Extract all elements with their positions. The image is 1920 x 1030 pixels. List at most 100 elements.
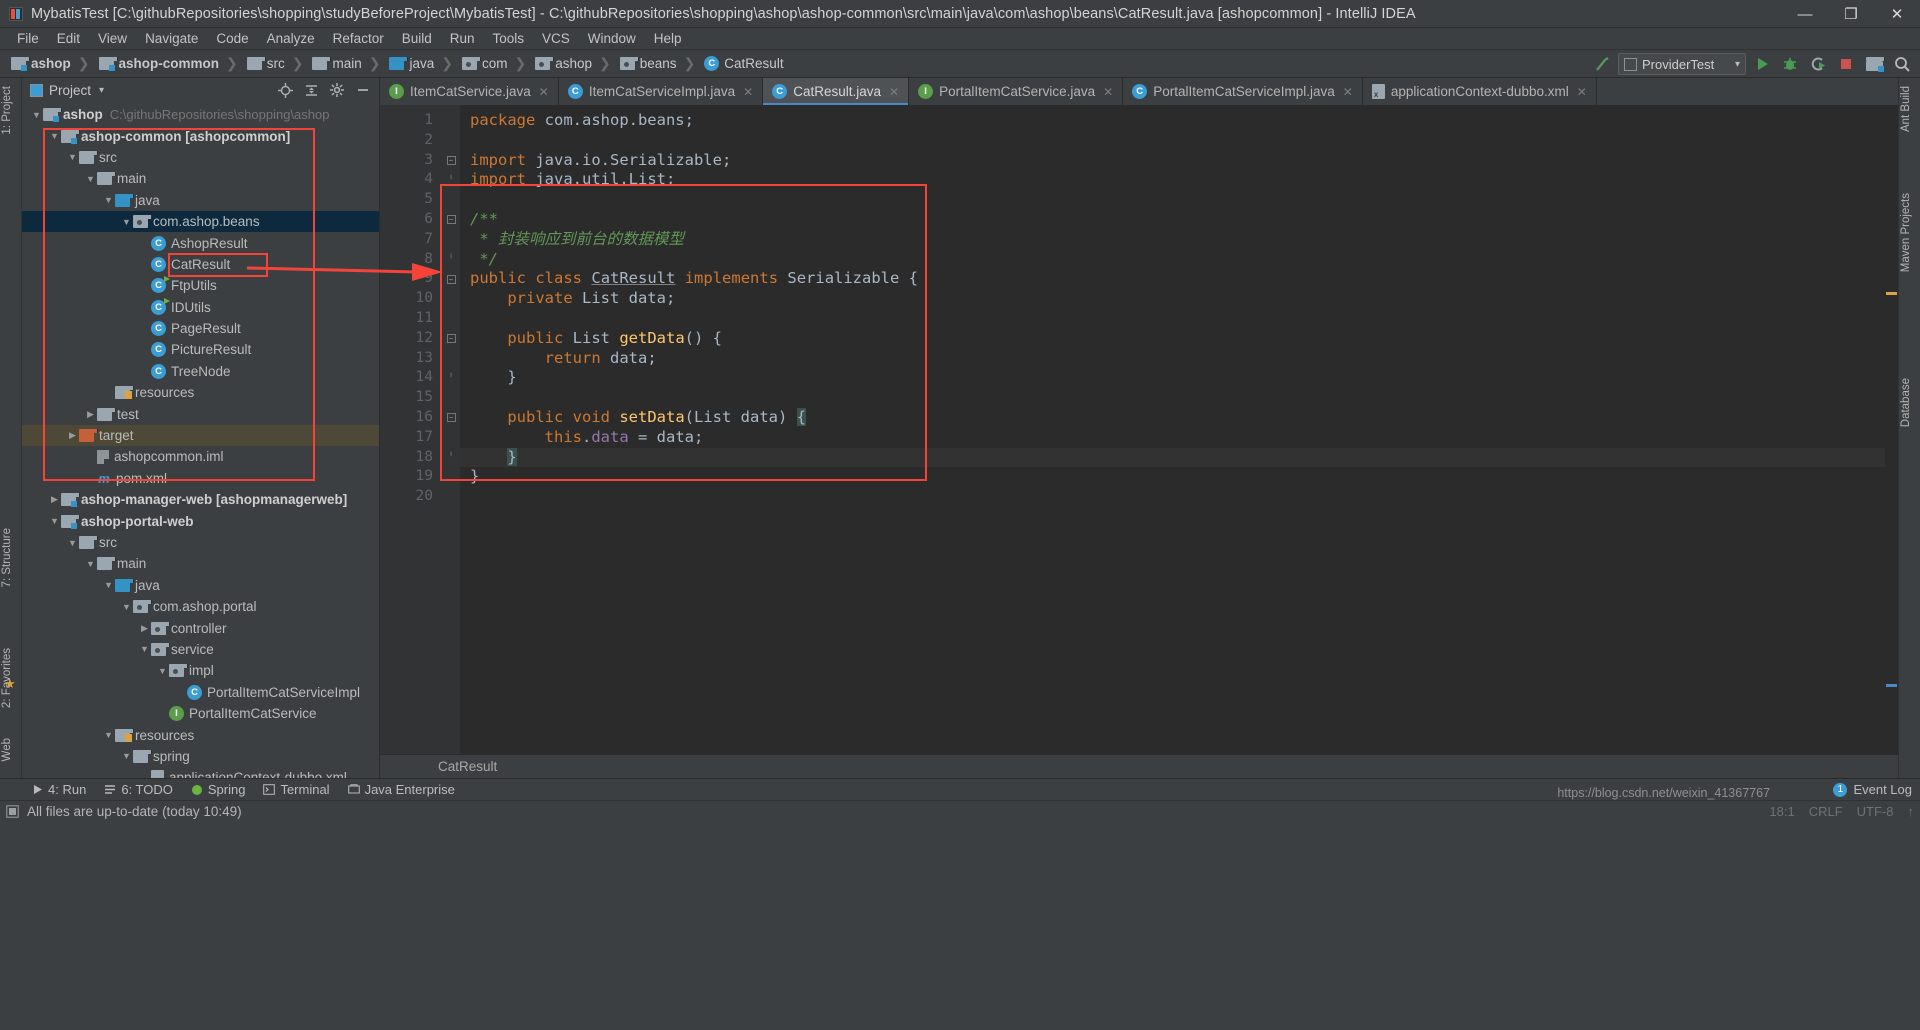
tree-node[interactable]: ▶ ashop-manager-web [ashopmanagerweb] <box>22 489 379 510</box>
menu-file[interactable]: File <box>8 29 48 48</box>
code-line[interactable]: */ <box>460 250 1898 270</box>
tree-node[interactable]: C IDUtils <box>22 297 379 318</box>
editor-tab[interactable]: C PortalItemCatServiceImpl.java ✕ <box>1123 78 1363 105</box>
chevron-right-icon[interactable]: ▶ <box>48 494 61 505</box>
project-tree[interactable]: ▼ ashop C:\githubRepositories\shopping\ash… <box>22 102 379 778</box>
code-folding-gutter[interactable]: − ╵ − ╵ − − ╵ − ╵ <box>442 105 460 754</box>
chevron-down-icon[interactable]: ▼ <box>84 174 97 184</box>
menu-refactor[interactable]: Refactor <box>324 29 393 48</box>
chevron-down-icon[interactable]: ▼ <box>138 644 151 654</box>
fold-marker[interactable] <box>442 349 460 369</box>
chevron-down-icon[interactable]: ▼ <box>66 152 79 162</box>
tree-node[interactable]: ▼ service <box>22 639 379 660</box>
tree-node[interactable]: ▼ src <box>22 147 379 168</box>
close-icon[interactable]: ✕ <box>1103 85 1113 99</box>
tree-node[interactable]: ▼ src <box>22 532 379 553</box>
lock-icon[interactable]: ↑ <box>1908 804 1915 819</box>
tree-node[interactable]: ▼ impl <box>22 660 379 681</box>
close-button[interactable]: ✕ <box>1874 0 1920 28</box>
tree-node[interactable]: m pom.xml <box>22 468 379 489</box>
close-icon[interactable]: ✕ <box>1577 85 1587 99</box>
tree-node[interactable]: ▼ java <box>22 190 379 211</box>
tree-node[interactable]: C PortalItemCatServiceImpl <box>22 682 379 703</box>
tree-node[interactable]: C FtpUtils <box>22 275 379 296</box>
chevron-down-icon[interactable]: ▼ <box>156 666 169 676</box>
caret-position[interactable]: 18:1 <box>1769 804 1794 819</box>
tool-button-structure[interactable]: 7: Structure <box>1 528 13 587</box>
editor-tab[interactable]: I PortalItemCatService.java ✕ <box>909 78 1124 105</box>
editor-scrollbar[interactable] <box>1885 132 1898 754</box>
code-line[interactable] <box>460 309 1898 329</box>
collapse-all-icon[interactable] <box>299 78 323 102</box>
chevron-down-icon[interactable]: ▼ <box>30 110 43 120</box>
tool-button-spring[interactable]: Spring <box>183 781 254 798</box>
fold-marker[interactable]: ╵ <box>442 448 460 468</box>
fold-marker[interactable] <box>442 388 460 408</box>
fold-marker[interactable]: − <box>442 210 460 230</box>
menu-code[interactable]: Code <box>207 29 257 48</box>
settings-gear-icon[interactable] <box>325 78 349 102</box>
tree-node[interactable]: ▼ ashop C:\githubRepositories\shopping\ash… <box>22 104 379 125</box>
breadcrumb-main[interactable]: main ❯ <box>306 52 383 76</box>
chevron-down-icon[interactable]: ▼ <box>102 730 115 740</box>
tree-node[interactable]: C TreeNode <box>22 361 379 382</box>
scroll-from-source-icon[interactable] <box>273 78 297 102</box>
editor-tab[interactable]: C ItemCatServiceImpl.java ✕ <box>559 78 764 105</box>
tree-node[interactable]: ashopcommon.iml <box>22 446 379 467</box>
event-log-button[interactable]: 1 Event Log <box>1833 782 1912 797</box>
code-line[interactable]: return data; <box>460 349 1898 369</box>
tool-button-project[interactable]: 1: Project <box>1 86 13 135</box>
maximize-button[interactable]: ❐ <box>1828 0 1874 28</box>
tree-node[interactable]: ▼ ashop-common [ashopcommon] <box>22 125 379 146</box>
menu-build[interactable]: Build <box>393 29 441 48</box>
source-code[interactable]: package com.ashop.beans; import java.io.S… <box>460 105 1898 754</box>
menu-run[interactable]: Run <box>441 29 484 48</box>
menu-window[interactable]: Window <box>579 29 645 48</box>
chevron-down-icon[interactable]: ▾ <box>99 85 104 96</box>
tree-node[interactable]: resources <box>22 382 379 403</box>
tree-node[interactable]: I PortalItemCatService <box>22 703 379 724</box>
code-line[interactable]: import java.io.Serializable; <box>460 151 1898 171</box>
run-icon[interactable] <box>1750 52 1774 76</box>
tree-node[interactable]: ▼ spring <box>22 746 379 767</box>
code-line[interactable] <box>460 190 1898 210</box>
hide-panel-icon[interactable] <box>351 78 375 102</box>
chevron-right-icon[interactable]: ▶ <box>84 409 97 420</box>
debug-icon[interactable] <box>1778 52 1802 76</box>
code-viewport[interactable]: 1 2 3 4 5 6 7 8 9 10 11 12 13 14 15 16 17 18 19 20 − ╵ − ╵ − − ╵ −… <box>380 105 1898 754</box>
fold-marker[interactable]: ╵ <box>442 368 460 388</box>
fold-marker[interactable]: ╵ <box>442 250 460 270</box>
menu-analyze[interactable]: Analyze <box>258 29 324 48</box>
close-icon[interactable]: ✕ <box>743 85 753 99</box>
chevron-down-icon[interactable]: ▼ <box>48 131 61 141</box>
code-line[interactable] <box>460 487 1898 507</box>
chevron-down-icon[interactable]: ▼ <box>102 580 115 590</box>
file-encoding[interactable]: UTF-8 <box>1857 804 1894 819</box>
code-line[interactable]: public class CatResult implements Serial… <box>460 269 1898 289</box>
chevron-down-icon[interactable]: ▼ <box>120 751 133 761</box>
tool-button-web[interactable]: Web <box>1 738 13 761</box>
breadcrumb-ashop-pkg[interactable]: ashop ❯ <box>529 52 614 76</box>
tree-node[interactable]: ▼ ashop-portal-web <box>22 510 379 531</box>
fold-marker[interactable] <box>442 289 460 309</box>
fold-marker[interactable] <box>442 428 460 448</box>
breadcrumb-java[interactable]: java ❯ <box>383 52 456 76</box>
chevron-down-icon[interactable]: ▼ <box>84 559 97 569</box>
code-line[interactable]: * 封装响应到前台的数据模型 <box>460 230 1898 250</box>
chevron-down-icon[interactable]: ▼ <box>120 602 133 612</box>
tree-node[interactable]: ▶ controller <box>22 617 379 638</box>
fold-marker[interactable] <box>442 131 460 151</box>
tree-node[interactable]: ▼ java <box>22 575 379 596</box>
fold-marker[interactable]: − <box>442 269 460 289</box>
tree-node[interactable]: ▼ main <box>22 168 379 189</box>
code-line[interactable]: package com.ashop.beans; <box>460 111 1898 131</box>
code-line[interactable]: } <box>460 447 1898 468</box>
fold-marker[interactable] <box>442 467 460 487</box>
code-line[interactable]: this.data = data; <box>460 428 1898 448</box>
code-line[interactable]: } <box>460 467 1898 487</box>
tool-button-run[interactable]: 4: Run <box>24 781 94 798</box>
tree-node[interactable]: ▼ com.ashop.beans <box>22 210 379 233</box>
tree-node[interactable]: C AshopResult <box>22 232 379 253</box>
chevron-down-icon[interactable]: ▼ <box>102 195 115 205</box>
tree-node[interactable]: C PageResult <box>22 318 379 339</box>
